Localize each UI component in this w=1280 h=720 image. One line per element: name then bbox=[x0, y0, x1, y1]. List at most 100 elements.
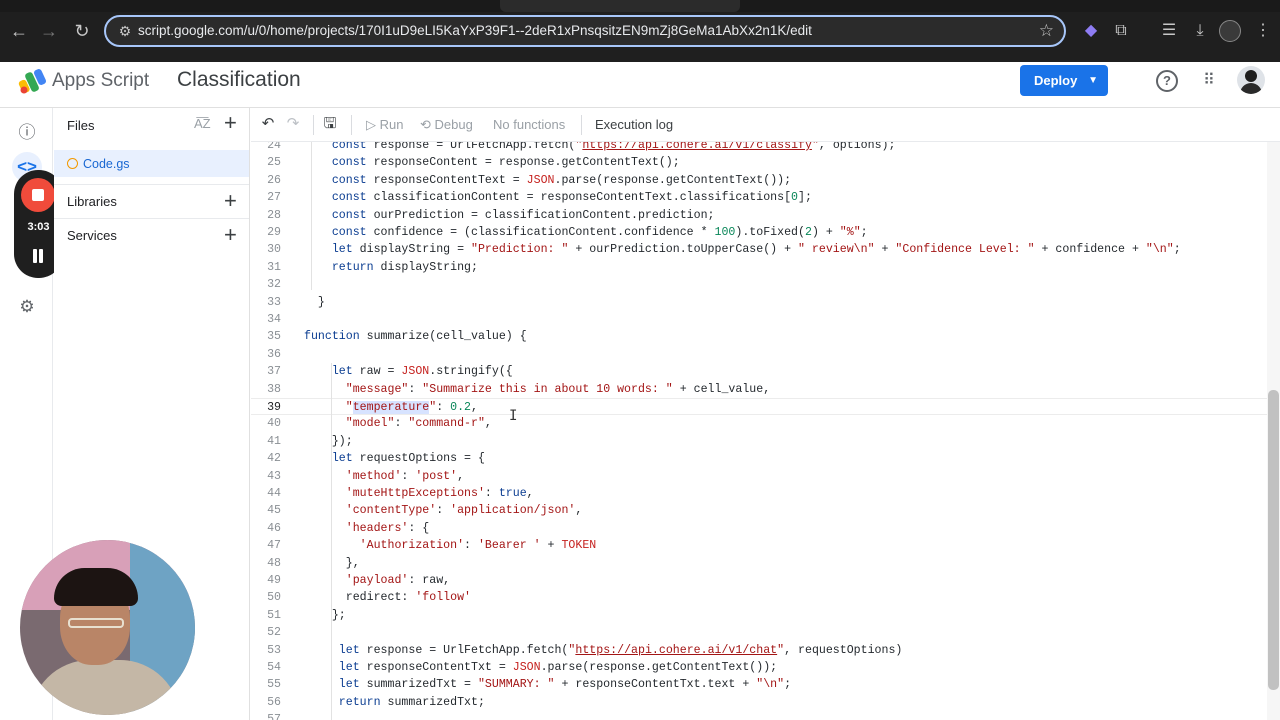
project-title[interactable]: Classification bbox=[177, 68, 301, 92]
forward-arrow-icon[interactable]: → bbox=[38, 20, 60, 42]
browser-menu-icon[interactable]: ⋮ bbox=[1252, 20, 1274, 42]
add-service-icon[interactable]: + bbox=[224, 224, 237, 246]
code-editor[interactable]: 24 const response = UrlFetchApp.fetch("h… bbox=[251, 142, 1267, 720]
back-arrow-icon[interactable]: ← bbox=[8, 20, 30, 42]
line-number: 25 bbox=[267, 156, 281, 170]
code-text: const confidence = (classificationConten… bbox=[331, 226, 868, 239]
code-line[interactable]: 52 bbox=[251, 624, 1267, 641]
save-icon[interactable]: 🖫 bbox=[321, 115, 339, 133]
address-bar[interactable]: ⚙ script.google.com/u/0/home/projects/17… bbox=[104, 15, 1066, 47]
code-text: }; bbox=[304, 608, 346, 622]
indent-guide bbox=[331, 363, 332, 720]
code-text: "model": "command-r", bbox=[345, 417, 492, 431]
download-icon[interactable]: ⤓ bbox=[1189, 20, 1211, 42]
line-number: 43 bbox=[267, 469, 281, 483]
code-line[interactable]: 38 "message": "Summarize this in about 1… bbox=[251, 381, 1267, 398]
code-line[interactable]: 34 bbox=[251, 311, 1267, 328]
code-line[interactable]: 26 const responseContentText = JSON.pars… bbox=[251, 172, 1267, 189]
add-file-icon[interactable]: + bbox=[224, 112, 237, 134]
code-line[interactable]: 25 const responseContent = response.getC… bbox=[251, 154, 1267, 171]
code-line[interactable]: 29 const confidence = (classificationCon… bbox=[251, 224, 1267, 241]
toolbar-divider bbox=[313, 115, 314, 135]
code-text: let summarizedTxt = "SUMMARY: " + respon… bbox=[338, 678, 792, 692]
line-number: 55 bbox=[267, 678, 281, 692]
avatar[interactable] bbox=[1237, 66, 1265, 94]
pause-icon[interactable] bbox=[31, 249, 45, 263]
code-line[interactable]: 28 const ourPrediction = classificationC… bbox=[251, 207, 1267, 224]
function-select[interactable]: No functions bbox=[493, 117, 565, 132]
code-line[interactable]: 24 const response = UrlFetchApp.fetch("h… bbox=[251, 142, 1267, 154]
settings-gear-icon[interactable]: ⚙ bbox=[16, 296, 38, 318]
code-line[interactable]: 39 "temperature": 0.2, bbox=[251, 398, 1267, 416]
apps-script-logo-icon[interactable] bbox=[18, 68, 48, 94]
code-line[interactable]: 30 let displayString = "Prediction: " + … bbox=[251, 241, 1267, 258]
code-text: "message": "Summarize this in about 10 w… bbox=[345, 382, 771, 396]
add-library-icon[interactable]: + bbox=[224, 190, 237, 212]
code-line[interactable]: 44 'muteHttpExceptions': true, bbox=[251, 485, 1267, 502]
code-line[interactable]: 55 let summarizedTxt = "SUMMARY: " + res… bbox=[251, 676, 1267, 693]
code-line[interactable]: 37 let raw = JSON.stringify({ bbox=[251, 363, 1267, 380]
reload-icon[interactable]: ↻ bbox=[71, 20, 93, 42]
code-line[interactable]: 27 const classificationContent = respons… bbox=[251, 189, 1267, 206]
code-text: 'headers': { bbox=[345, 521, 430, 535]
execution-log-button[interactable]: Execution log bbox=[595, 117, 673, 132]
stop-record-icon[interactable] bbox=[21, 178, 55, 212]
services-section[interactable]: Services + bbox=[54, 218, 249, 252]
browser-chrome: ← → ↻ ⚙ script.google.com/u/0/home/proje… bbox=[0, 0, 1280, 62]
code-text: function summarize(cell_value) { bbox=[304, 330, 527, 344]
code-line[interactable]: 40 "model": "command-r", bbox=[251, 415, 1267, 432]
line-number: 52 bbox=[267, 626, 281, 640]
code-line[interactable]: 32 bbox=[251, 276, 1267, 293]
app-name[interactable]: Apps Script bbox=[52, 70, 149, 92]
code-line[interactable]: 46 'headers': { bbox=[251, 520, 1267, 537]
code-line[interactable]: 48 }, bbox=[251, 555, 1267, 572]
scrollbar-thumb[interactable] bbox=[1268, 390, 1279, 690]
code-line[interactable]: 41 }); bbox=[251, 433, 1267, 450]
code-line[interactable]: 45 'contentType': 'application/json', bbox=[251, 502, 1267, 519]
code-line[interactable]: 31 return displayString; bbox=[251, 259, 1267, 276]
extension-icon[interactable]: ◆ bbox=[1080, 20, 1102, 42]
code-line[interactable]: 42 let requestOptions = { bbox=[251, 450, 1267, 467]
code-line[interactable]: 47 'Authorization': 'Bearer ' + TOKEN bbox=[251, 537, 1267, 554]
code-line[interactable]: 54 let responseContentTxt = JSON.parse(r… bbox=[251, 659, 1267, 676]
run-label: Run bbox=[379, 117, 404, 132]
code-line[interactable]: 57 bbox=[251, 711, 1267, 720]
run-button[interactable]: ▷ Run bbox=[366, 117, 403, 133]
extensions-puzzle-icon[interactable]: ⧉ bbox=[1110, 20, 1132, 42]
code-line[interactable]: 53 let response = UrlFetchApp.fetch("htt… bbox=[251, 642, 1267, 659]
line-number: 30 bbox=[267, 243, 281, 257]
profile-avatar-icon[interactable] bbox=[1219, 20, 1241, 42]
reading-list-icon[interactable]: ☰ bbox=[1158, 20, 1180, 42]
bookmark-star-icon[interactable]: ☆ bbox=[1039, 21, 1054, 41]
line-number: 44 bbox=[267, 487, 281, 500]
overview-info-icon[interactable]: ⓘ bbox=[16, 122, 38, 144]
code-line[interactable]: 49 'payload': raw, bbox=[251, 572, 1267, 589]
help-icon[interactable]: ? bbox=[1156, 70, 1178, 92]
line-number: 53 bbox=[267, 643, 281, 657]
line-number: 35 bbox=[267, 330, 281, 344]
code-text: 'payload': raw, bbox=[345, 574, 451, 587]
file-item-code-gs[interactable]: Code.gs bbox=[54, 150, 249, 177]
undo-icon[interactable]: ↶ bbox=[259, 115, 277, 133]
debug-button[interactable]: ⟲ Debug bbox=[420, 117, 473, 133]
deploy-button[interactable]: Deploy ▼ bbox=[1020, 65, 1108, 96]
site-settings-icon[interactable]: ⚙ bbox=[116, 22, 134, 40]
redo-icon[interactable]: ↷ bbox=[284, 115, 302, 133]
libraries-section[interactable]: Libraries + bbox=[54, 184, 249, 218]
indent-guide bbox=[311, 142, 312, 290]
line-number: 49 bbox=[267, 574, 281, 587]
code-line[interactable]: 36 bbox=[251, 346, 1267, 363]
file-type-icon bbox=[67, 158, 78, 169]
code-text: let raw = JSON.stringify({ bbox=[331, 365, 513, 379]
code-line[interactable]: 43 'method': 'post', bbox=[251, 468, 1267, 485]
apps-grid-icon[interactable]: ⠿ bbox=[1198, 70, 1220, 92]
sort-az-icon[interactable]: A͞Z bbox=[194, 116, 211, 131]
code-line[interactable]: 33 } bbox=[251, 294, 1267, 311]
active-tab[interactable] bbox=[500, 0, 740, 12]
code-text: let response = UrlFetchApp.fetch("https:… bbox=[338, 643, 903, 657]
code-line[interactable]: 51 }; bbox=[251, 607, 1267, 624]
line-number: 38 bbox=[267, 382, 281, 396]
code-line[interactable]: 50 redirect: 'follow' bbox=[251, 589, 1267, 606]
code-line[interactable]: 56 return summarizedTxt; bbox=[251, 694, 1267, 711]
code-line[interactable]: 35 function summarize(cell_value) { bbox=[251, 328, 1267, 345]
